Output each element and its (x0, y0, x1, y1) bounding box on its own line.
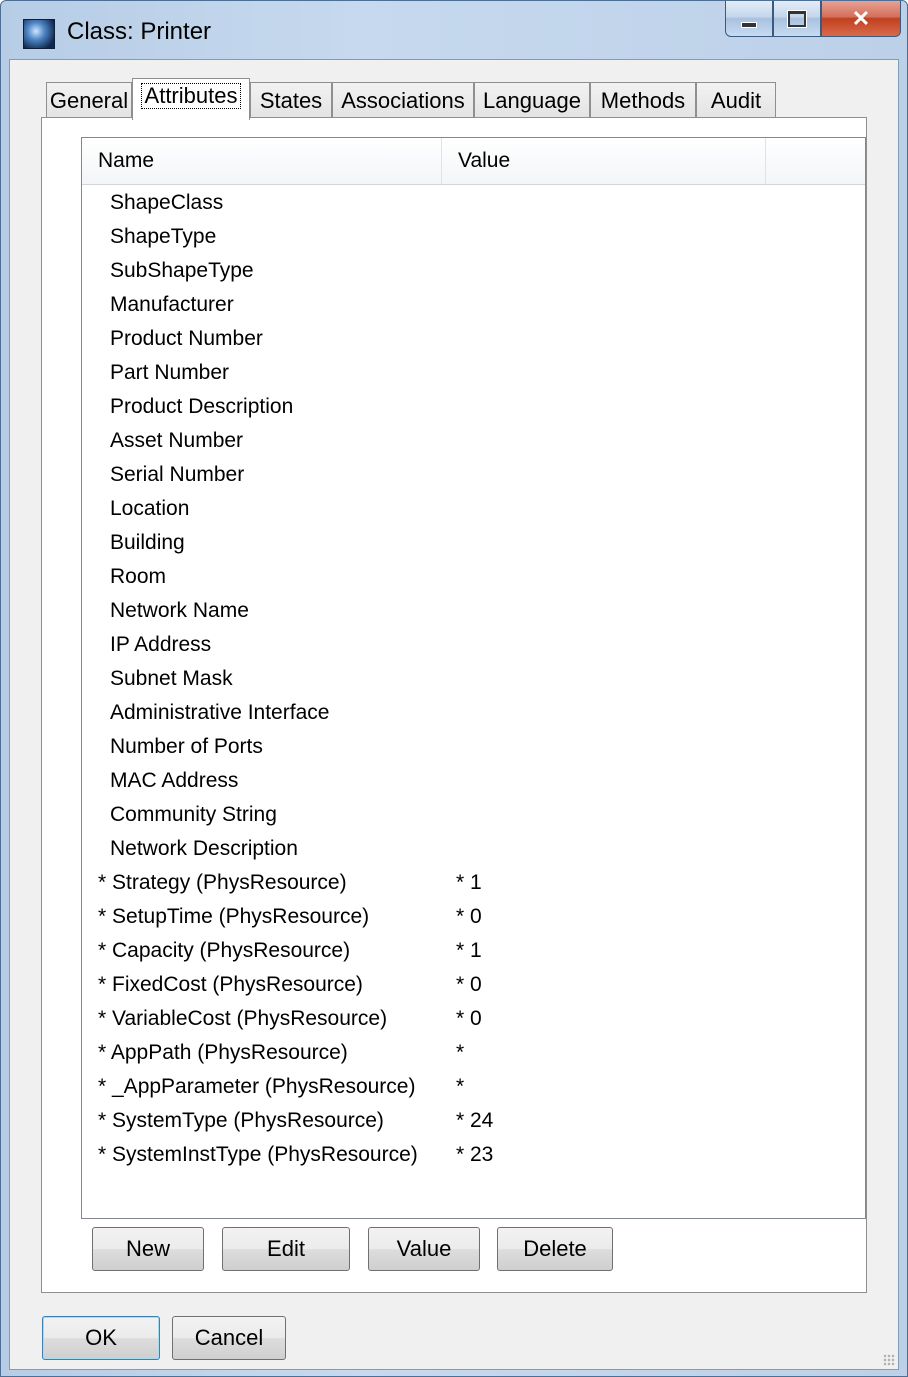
list-item[interactable]: Part Number (82, 356, 865, 390)
cancel-button[interactable]: Cancel (172, 1316, 286, 1360)
window-title: Class: Printer (67, 18, 212, 45)
list-item[interactable]: * FixedCost (PhysResource) * 0 (82, 968, 865, 1002)
edit-button[interactable]: Edit (222, 1227, 350, 1271)
list-item[interactable]: ShapeType (82, 220, 865, 254)
list-item[interactable]: * Capacity (PhysResource) * 1 (82, 934, 865, 968)
attribute-name: Building (110, 531, 185, 554)
attribute-value: * 1 (456, 939, 482, 962)
tab-states[interactable]: States (250, 82, 332, 118)
attribute-name: Network Name (110, 599, 249, 622)
list-item[interactable]: * SystemType (PhysResource) * 24 (82, 1104, 865, 1138)
list-item[interactable]: Network Name (82, 594, 865, 628)
tab-language[interactable]: Language (474, 82, 590, 118)
value-button[interactable]: Value (368, 1227, 480, 1271)
list-item[interactable]: Room (82, 560, 865, 594)
attribute-name: ShapeType (110, 225, 217, 248)
list-item[interactable]: Asset Number (82, 424, 865, 458)
ok-button[interactable]: OK (42, 1316, 160, 1360)
attribute-name: * VariableCost (PhysResource) (98, 1007, 388, 1030)
title-bar[interactable]: Class: Printer ✕ (1, 1, 907, 59)
maximize-icon (788, 10, 806, 27)
list-item[interactable]: Product Number (82, 322, 865, 356)
attribute-name: Asset Number (110, 429, 244, 452)
list-item[interactable]: IP Address (82, 628, 865, 662)
tab-general[interactable]: General (46, 82, 132, 118)
attribute-value: * 0 (456, 1007, 482, 1030)
list-item[interactable]: * VariableCost (PhysResource) * 0 (82, 1002, 865, 1036)
attribute-name: Part Number (110, 361, 230, 384)
caption-buttons: ✕ (725, 1, 901, 41)
attribute-value: * 24 (456, 1109, 494, 1132)
column-header-value[interactable]: Value (442, 138, 766, 184)
list-item[interactable]: SubShapeType (82, 254, 865, 288)
attribute-name: IP Address (110, 633, 212, 656)
close-button[interactable]: ✕ (821, 1, 901, 37)
list-item[interactable]: ShapeClass (82, 186, 865, 220)
attribute-name: * SetupTime (PhysResource) (98, 905, 370, 928)
app-icon (23, 19, 55, 49)
attribute-name: Administrative Interface (110, 701, 330, 724)
tab-attributes[interactable]: Attributes (132, 78, 250, 120)
list-item[interactable]: * SystemInstType (PhysResource) * 23 (82, 1138, 865, 1172)
list-item[interactable]: Administrative Interface (82, 696, 865, 730)
attributes-list[interactable]: Name Value ShapeClass ShapeType SubShapeTy… (81, 137, 866, 1219)
attribute-name: ShapeClass (110, 191, 224, 214)
list-item[interactable]: * SetupTime (PhysResource) * 0 (82, 900, 865, 934)
list-item[interactable]: Community String (82, 798, 865, 832)
attribute-name: Room (110, 565, 167, 588)
list-item[interactable]: Number of Ports (82, 730, 865, 764)
list-item[interactable]: Location (82, 492, 865, 526)
list-rows: ShapeClass ShapeType SubShapeType Manufactu… (82, 186, 865, 1172)
list-item[interactable]: * AppPath (PhysResource) * (82, 1036, 865, 1070)
delete-button[interactable]: Delete (497, 1227, 613, 1271)
attribute-name: Product Description (110, 395, 294, 418)
list-item[interactable]: * Strategy (PhysResource) * 1 (82, 866, 865, 900)
list-item[interactable]: Network Description (82, 832, 865, 866)
attribute-name: Network Description (110, 837, 298, 860)
minimize-button[interactable] (725, 1, 773, 37)
attribute-name: Serial Number (110, 463, 245, 486)
close-icon: ✕ (851, 5, 871, 31)
dialog-window: Class: Printer ✕ General Attributes Stat… (0, 0, 908, 1377)
tab-audit[interactable]: Audit (696, 82, 776, 118)
attribute-name: * Strategy (PhysResource) (98, 871, 347, 894)
tab-associations[interactable]: Associations (332, 82, 474, 118)
resize-grip[interactable] (883, 1354, 895, 1366)
list-item[interactable]: Building (82, 526, 865, 560)
list-item[interactable]: Manufacturer (82, 288, 865, 322)
attribute-value: * (456, 1075, 465, 1098)
attribute-name: Community String (110, 803, 277, 826)
list-header: Name Value (82, 138, 865, 185)
attribute-name: * FixedCost (PhysResource) (98, 973, 363, 996)
maximize-button[interactable] (773, 1, 821, 37)
attribute-value: * (456, 1041, 465, 1064)
attribute-value: * 23 (456, 1143, 494, 1166)
attribute-name: MAC Address (110, 769, 239, 792)
attribute-name: Subnet Mask (110, 667, 233, 690)
attribute-value: * 0 (456, 973, 482, 996)
attribute-name: * SystemType (PhysResource) (98, 1109, 384, 1132)
attribute-value: * 1 (456, 871, 482, 894)
attribute-name: SubShapeType (110, 259, 254, 282)
attribute-name: * _AppParameter (PhysResource) (98, 1075, 416, 1098)
dialog-client-area: General Attributes States Associations L… (9, 59, 899, 1370)
attribute-name: Manufacturer (110, 293, 234, 316)
list-item[interactable]: * _AppParameter (PhysResource) * (82, 1070, 865, 1104)
attribute-name: Location (110, 497, 190, 520)
list-item[interactable]: Subnet Mask (82, 662, 865, 696)
attribute-name: Product Number (110, 327, 263, 350)
minimize-icon (741, 21, 757, 28)
column-header-name[interactable]: Name (82, 138, 442, 184)
tab-methods[interactable]: Methods (590, 82, 696, 118)
attribute-name: Number of Ports (110, 735, 263, 758)
attribute-name: * Capacity (PhysResource) (98, 939, 351, 962)
new-button[interactable]: New (92, 1227, 204, 1271)
attributes-panel: Name Value ShapeClass ShapeType SubShapeTy… (41, 117, 867, 1293)
attribute-value: * 0 (456, 905, 482, 928)
list-item[interactable]: Serial Number (82, 458, 865, 492)
list-item[interactable]: Product Description (82, 390, 865, 424)
attribute-name: * AppPath (PhysResource) (98, 1041, 348, 1064)
attribute-name: * SystemInstType (PhysResource) (98, 1143, 418, 1166)
list-item[interactable]: MAC Address (82, 764, 865, 798)
